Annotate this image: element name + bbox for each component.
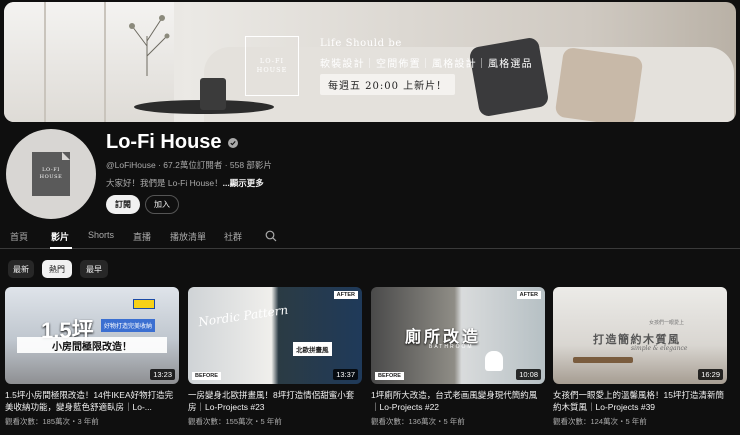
video-card[interactable]: 廁所改造 BATHROOM BEFORE AFTER 10:08 1坪廁所大改造… bbox=[371, 287, 545, 427]
video-meta: 觀看次數：136萬次・5 年前 bbox=[371, 417, 465, 426]
before-tag: BEFORE bbox=[375, 372, 404, 380]
avatar-logo-line2: HOUSE bbox=[39, 174, 63, 180]
thumbnail-label: 北歐拼畫風 bbox=[293, 342, 332, 356]
thumbnail-subtext: simple & elegance bbox=[631, 345, 688, 352]
subscribe-button[interactable]: 訂閱 bbox=[106, 195, 140, 214]
thumbnail-badge: 好物打造完美收納 bbox=[101, 319, 156, 332]
video-title[interactable]: 女孩們一眼愛上的溫馨風格！15坪打造清新簡約木質風｜Lo-Projects #3… bbox=[553, 389, 727, 413]
video-thumbnail[interactable]: 女孩們一眼愛上 打造簡約木質風 simple & elegance 16:29 bbox=[553, 287, 727, 384]
thumbnail-script: Nordic Pattern bbox=[197, 302, 289, 330]
banner-logo: LO-FI HOUSE bbox=[245, 36, 299, 96]
before-tag: BEFORE bbox=[192, 372, 221, 380]
video-duration: 13:23 bbox=[150, 369, 175, 380]
after-tag: AFTER bbox=[516, 291, 541, 299]
video-card[interactable]: 1.5坪 好物打造完美收納 小房間極限改造！ 13:23 1.5坪小房間極限改造… bbox=[5, 287, 179, 427]
toilet-icon bbox=[485, 351, 503, 371]
tab-playlists[interactable]: 播放清單 bbox=[170, 230, 206, 243]
channel-meta: @LoFiHouse · 67.2萬位訂閱者 · 558 部影片 bbox=[106, 160, 272, 170]
channel-description-text: 大家好！我們是 Lo-Fi House！ bbox=[106, 178, 223, 188]
video-meta: 觀看次數：124萬次・5 年前 bbox=[553, 417, 647, 426]
after-tag: AFTER bbox=[333, 291, 358, 299]
banner-tagline: Life Should be bbox=[320, 38, 402, 49]
video-duration: 16:29 bbox=[698, 369, 723, 380]
video-meta: 觀看次數：155萬次・5 年前 bbox=[188, 417, 282, 426]
tab-live[interactable]: 直播 bbox=[133, 230, 151, 243]
tab-shorts[interactable]: Shorts bbox=[88, 230, 114, 240]
channel-name-row: Lo-Fi House bbox=[106, 131, 238, 154]
chip-oldest[interactable]: 最早 bbox=[80, 260, 108, 278]
chip-popular[interactable]: 熱門 bbox=[42, 260, 72, 278]
thumbnail-subtext: BATHROOM bbox=[429, 344, 474, 350]
chip-latest[interactable]: 最新 bbox=[8, 260, 34, 278]
video-thumbnail[interactable]: 1.5坪 好物打造完美收納 小房間極限改造！ 13:23 bbox=[5, 287, 179, 384]
banner-cushion bbox=[468, 36, 550, 118]
video-title[interactable]: 一房變身北歐拼畫風！8坪打造情侶甜蜜小套房｜Lo-Projects #23 bbox=[188, 389, 362, 413]
video-meta: 觀看次數：185萬次・3 年前 bbox=[5, 417, 99, 426]
video-duration: 13:37 bbox=[333, 369, 358, 380]
video-title[interactable]: 1.5坪小房間極限改造！14件IKEA好物打造完美收納功能，變身藍色舒適臥房｜L… bbox=[5, 389, 179, 413]
active-tab-indicator bbox=[50, 247, 72, 249]
banner-cushion bbox=[554, 46, 644, 122]
plant-illustration bbox=[129, 15, 170, 76]
channel-description: 大家好！我們是 Lo-Fi House！...顯示更多 bbox=[106, 177, 264, 189]
channel-tabs: 首頁 影片 Shorts 直播 播放清單 社群 bbox=[0, 225, 740, 249]
channel-name: Lo-Fi House bbox=[106, 131, 222, 153]
tab-home[interactable]: 首頁 bbox=[10, 230, 28, 243]
thumbnail-band: 小房間極限改造！ bbox=[17, 337, 167, 353]
ikea-logo-icon bbox=[133, 299, 155, 309]
video-thumbnail[interactable]: 廁所改造 BATHROOM BEFORE AFTER 10:08 bbox=[371, 287, 545, 384]
show-more-link[interactable]: ...顯示更多 bbox=[223, 178, 264, 188]
banner-schedule: 每週五 20:00 上新片！ bbox=[320, 74, 456, 95]
video-card[interactable]: 女孩們一眼愛上 打造簡約木質風 simple & elegance 16:29 … bbox=[553, 287, 727, 427]
video-thumbnail[interactable]: Nordic Pattern 北歐拼畫風 BEFORE AFTER 13:37 bbox=[188, 287, 362, 384]
video-title[interactable]: 1坪廁所大改造，台式老画風變身現代簡約風｜Lo-Projects #22 bbox=[371, 389, 545, 413]
verified-check-icon bbox=[227, 137, 238, 148]
video-duration: 10:08 bbox=[516, 369, 541, 380]
channel-banner: LO-FI HOUSE Life Should be 軟裝設計｜空間佈置｜風格設… bbox=[4, 2, 736, 122]
thumbnail-table bbox=[573, 357, 633, 363]
channel-avatar[interactable]: LO-FI HOUSE bbox=[6, 129, 96, 219]
avatar-logo-line1: LO-FI bbox=[42, 167, 60, 173]
tab-videos[interactable]: 影片 bbox=[51, 230, 69, 243]
search-icon[interactable] bbox=[265, 230, 277, 242]
banner-subline: 軟裝設計｜空間佈置｜風格設計｜風格選品 bbox=[320, 59, 533, 70]
avatar-logo: LO-FI HOUSE bbox=[32, 152, 70, 196]
video-card[interactable]: Nordic Pattern 北歐拼畫風 BEFORE AFTER 13:37 … bbox=[188, 287, 362, 427]
banner-logo-line2: HOUSE bbox=[256, 66, 288, 74]
tab-community[interactable]: 社群 bbox=[224, 230, 242, 243]
banner-logo-line1: LO-FI bbox=[259, 57, 285, 65]
thumbnail-small-text: 女孩們一眼愛上 bbox=[649, 320, 685, 326]
join-button[interactable]: 加入 bbox=[145, 195, 179, 214]
banner-mug bbox=[200, 78, 226, 110]
